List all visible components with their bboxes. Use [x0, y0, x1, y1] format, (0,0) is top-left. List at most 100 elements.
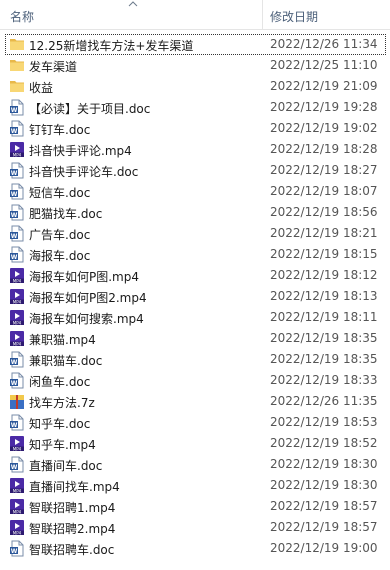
column-header-bar: 名称 修改日期	[0, 0, 390, 30]
file-date-modified: 2022/12/19 18:52	[270, 436, 378, 450]
folder-icon	[9, 78, 25, 95]
file-date-modified: 2022/12/19 18:21	[270, 226, 378, 240]
file-name: 收益	[29, 81, 54, 95]
word-doc-icon: W	[9, 414, 25, 431]
svg-text:MP4: MP4	[13, 152, 22, 157]
file-date-modified: 2022/12/19 18:35	[270, 331, 378, 345]
file-row[interactable]: 找车方法.7z 2022/12/26 11:35	[0, 391, 390, 412]
video-file-icon: MP4	[9, 288, 25, 305]
svg-text:W: W	[11, 107, 18, 114]
word-doc-icon: W	[9, 540, 25, 557]
svg-text:W: W	[11, 548, 18, 555]
file-date-modified: 2022/12/19 18:12	[270, 268, 378, 282]
file-date-modified: 2022/12/19 18:07	[270, 184, 378, 198]
word-doc-icon: W	[9, 456, 25, 473]
file-row[interactable]: W 智联招聘车.doc 2022/12/19 19:00	[0, 538, 390, 559]
svg-text:W: W	[11, 191, 18, 198]
file-row[interactable]: MP4 兼职猫.mp4 2022/12/19 18:35	[0, 328, 390, 349]
file-name: 找车方法.7z	[29, 396, 95, 410]
video-file-icon: MP4	[9, 498, 25, 515]
file-row[interactable]: MP4 智联招聘1.mp4 2022/12/19 18:57	[0, 496, 390, 517]
video-file-icon: MP4	[9, 435, 25, 452]
svg-text:W: W	[11, 128, 18, 135]
file-date-modified: 2022/12/19 18:33	[270, 373, 378, 387]
file-row[interactable]: MP4 海报车如何搜索.mp4 2022/12/19 18:11	[0, 307, 390, 328]
file-row[interactable]: W 闲鱼车.doc 2022/12/19 18:33	[0, 370, 390, 391]
file-row[interactable]: MP4 智联招聘2.mp4 2022/12/19 18:57	[0, 517, 390, 538]
svg-text:MP4: MP4	[13, 488, 22, 493]
svg-text:W: W	[11, 359, 18, 366]
file-row[interactable]: W 兼职猫车.doc 2022/12/19 18:35	[0, 349, 390, 370]
word-doc-icon: W	[9, 120, 25, 137]
file-date-modified: 2022/12/19 18:13	[270, 289, 378, 303]
svg-text:MP4: MP4	[13, 530, 22, 535]
word-doc-icon: W	[9, 99, 25, 116]
file-row[interactable]: MP4 海报车如何P图.mp4 2022/12/19 18:12	[0, 265, 390, 286]
video-file-icon: MP4	[9, 519, 25, 536]
file-name: 海报车如何P图.mp4	[29, 270, 139, 284]
file-row[interactable]: W 【必读】关于项目.doc 2022/12/19 19:28	[0, 97, 390, 118]
file-date-modified: 2022/12/26 11:34	[270, 37, 378, 51]
file-name: 钉钉车.doc	[29, 123, 91, 137]
file-row[interactable]: W 直播间车.doc 2022/12/19 18:30	[0, 454, 390, 475]
file-date-modified: 2022/12/19 18:53	[270, 415, 378, 429]
word-doc-icon: W	[9, 183, 25, 200]
file-name: 直播间车.doc	[29, 459, 103, 473]
file-name: 知乎车.mp4	[29, 438, 96, 452]
file-date-modified: 2022/12/19 18:15	[270, 247, 378, 261]
word-doc-icon: W	[9, 162, 25, 179]
file-date-modified: 2022/12/19 18:35	[270, 352, 378, 366]
file-name: 发车渠道	[29, 60, 78, 74]
word-doc-icon: W	[9, 372, 25, 389]
sort-ascending-icon	[128, 1, 138, 7]
word-doc-icon: W	[9, 225, 25, 242]
svg-text:MP4: MP4	[13, 320, 22, 325]
svg-text:W: W	[11, 422, 18, 429]
svg-text:MP4: MP4	[13, 341, 22, 346]
file-date-modified: 2022/12/19 18:56	[270, 205, 378, 219]
file-row[interactable]: W 钉钉车.doc 2022/12/19 19:02	[0, 118, 390, 139]
file-row[interactable]: MP4 海报车如何P图2.mp4 2022/12/19 18:13	[0, 286, 390, 307]
svg-text:W: W	[11, 233, 18, 240]
file-date-modified: 2022/12/19 19:02	[270, 121, 378, 135]
folder-icon	[9, 36, 25, 53]
file-row[interactable]: W 肥猫找车.doc 2022/12/19 18:56	[0, 202, 390, 223]
column-header-date-modified[interactable]: 修改日期	[270, 8, 318, 25]
file-row[interactable]: 发车渠道 2022/12/25 11:10	[0, 55, 390, 76]
video-file-icon: MP4	[9, 330, 25, 347]
file-date-modified: 2022/12/19 18:27	[270, 163, 378, 177]
video-file-icon: MP4	[9, 309, 25, 326]
file-name: 智联招聘车.doc	[29, 543, 115, 557]
file-name: 兼职猫.mp4	[29, 333, 96, 347]
video-file-icon: MP4	[9, 141, 25, 158]
file-row[interactable]: W 海报车.doc 2022/12/19 18:15	[0, 244, 390, 265]
file-name: 兼职猫车.doc	[29, 354, 103, 368]
file-row[interactable]: W 知乎车.doc 2022/12/19 18:53	[0, 412, 390, 433]
file-row[interactable]: W 短信车.doc 2022/12/19 18:07	[0, 181, 390, 202]
svg-text:MP4: MP4	[13, 509, 22, 514]
file-row[interactable]: 12.25新增找车方法+发车渠道 2022/12/26 11:34	[0, 34, 390, 55]
file-name: 智联招聘2.mp4	[29, 522, 116, 536]
svg-text:W: W	[11, 170, 18, 177]
file-name: 闲鱼车.doc	[29, 375, 91, 389]
file-row[interactable]: W 抖音快手评论车.doc 2022/12/19 18:27	[0, 160, 390, 181]
file-date-modified: 2022/12/19 18:11	[270, 310, 378, 324]
video-file-icon: MP4	[9, 477, 25, 494]
svg-text:MP4: MP4	[13, 278, 22, 283]
file-row[interactable]: MP4 直播间找车.mp4 2022/12/19 18:30	[0, 475, 390, 496]
word-doc-icon: W	[9, 351, 25, 368]
file-name: 直播间找车.mp4	[29, 480, 120, 494]
column-divider[interactable]	[262, 0, 263, 30]
file-list: 12.25新增找车方法+发车渠道 2022/12/26 11:34 发车渠道 2022…	[0, 34, 390, 559]
file-row[interactable]: MP4 抖音快手评论.mp4 2022/12/19 18:28	[0, 139, 390, 160]
file-name: 海报车如何P图2.mp4	[29, 291, 147, 305]
file-date-modified: 2022/12/19 18:30	[270, 478, 378, 492]
file-row[interactable]: W 广告车.doc 2022/12/19 18:21	[0, 223, 390, 244]
file-date-modified: 2022/12/26 11:35	[270, 394, 378, 408]
file-name: 肥猫找车.doc	[29, 207, 103, 221]
file-row[interactable]: 收益 2022/12/19 21:09	[0, 76, 390, 97]
file-row[interactable]: MP4 知乎车.mp4 2022/12/19 18:52	[0, 433, 390, 454]
column-header-name[interactable]: 名称	[10, 8, 34, 25]
svg-text:MP4: MP4	[13, 446, 22, 451]
file-name: 短信车.doc	[29, 186, 91, 200]
